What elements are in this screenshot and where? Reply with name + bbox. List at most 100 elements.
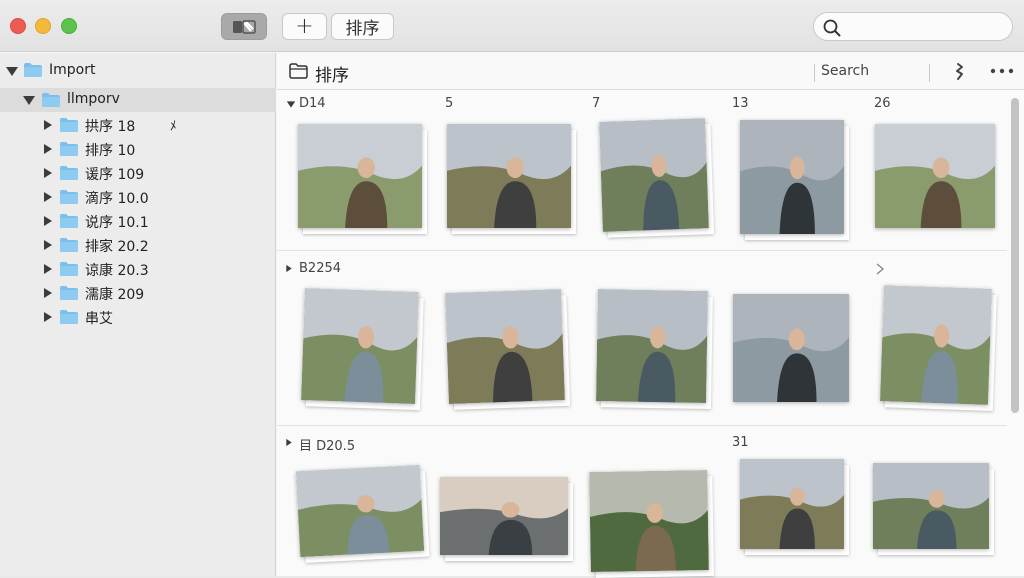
photo-thumbnail[interactable] [447, 124, 576, 234]
photo-image [440, 477, 568, 555]
photo-image [599, 118, 709, 232]
section-label: 目 D20.5 [299, 439, 356, 454]
close-button[interactable] [10, 18, 26, 34]
photo-image [301, 288, 419, 404]
section-disclosure-icon[interactable] [286, 264, 292, 273]
photo-image [589, 469, 709, 573]
content-header: 排序 Search [277, 53, 1024, 90]
photo-thumbnail[interactable] [445, 289, 571, 410]
scrollbar[interactable] [1011, 98, 1019, 413]
sidebar-item-album[interactable]: 排家 20.2 [0, 233, 276, 257]
sidebar-toggle-icon [233, 19, 256, 34]
folder-icon [60, 190, 78, 204]
section-label: D14 [299, 96, 326, 111]
photo-image [875, 124, 995, 228]
sort-button[interactable]: 排序 [331, 13, 394, 40]
sidebar-item-album[interactable]: 谖序 109 [0, 161, 276, 185]
folder-icon [60, 286, 78, 300]
folder-icon [60, 214, 78, 228]
search-input[interactable]: Search [821, 63, 869, 79]
photo-thumbnail[interactable] [733, 294, 849, 402]
folder-icon [60, 310, 78, 324]
disclosure-triangle-icon[interactable] [44, 144, 52, 154]
sidebar-item-album[interactable]: 滴序 10.0 [0, 185, 276, 209]
disclosure-triangle-icon[interactable] [44, 168, 52, 178]
column-label: 7 [592, 96, 601, 111]
share-icon[interactable] [951, 62, 969, 82]
section-label: B2254 [299, 261, 342, 276]
photo-thumbnail[interactable] [875, 124, 995, 228]
photo-thumbnail[interactable] [599, 118, 715, 238]
sidebar-item-album[interactable]: 串艾 [0, 305, 276, 329]
sidebar-item-label: 谖序 109 [85, 167, 145, 183]
sidebar-item-badge: ﾒ [170, 119, 177, 134]
disclosure-triangle-icon[interactable] [44, 216, 52, 226]
sidebar-item-label: 串艾 [85, 311, 113, 327]
sidebar-item-label: 滴序 10.0 [85, 191, 149, 207]
folder-icon [24, 63, 42, 77]
photo-thumbnail[interactable] [740, 459, 849, 555]
photos-window: + 排序 Import llmporv 拱序 18 ﾒ排序 10 谖序 109 … [0, 0, 1024, 578]
photo-image [596, 289, 708, 403]
sidebar-item-album[interactable]: 濡康 209 [0, 281, 276, 305]
folder-icon [42, 93, 60, 107]
photo-thumbnail[interactable] [440, 477, 573, 561]
sidebar-item-label: 谅康 20.3 [85, 263, 149, 279]
sidebar-item-album[interactable]: 拱序 18 ﾒ [0, 113, 276, 137]
disclosure-triangle-icon[interactable] [44, 312, 52, 322]
sidebar-item-label: Import [49, 62, 96, 78]
search-icon [823, 19, 841, 37]
sidebar-item-import[interactable]: Import [0, 59, 276, 83]
photo-thumbnail[interactable] [298, 124, 427, 234]
photo-image [873, 463, 989, 549]
photo-image [447, 124, 571, 228]
disclosure-triangle-icon[interactable] [44, 288, 52, 298]
column-label: 31 [732, 435, 749, 450]
folder-icon [60, 118, 78, 132]
add-button[interactable]: + [282, 13, 327, 40]
photo-thumbnail[interactable] [301, 288, 424, 411]
sidebar-item-label: 拱序 18 [85, 119, 136, 135]
disclosure-triangle-icon[interactable] [44, 120, 52, 130]
page-title: 排序 [315, 66, 349, 86]
photo-image [880, 285, 992, 405]
column-label: 13 [732, 96, 749, 111]
photo-thumbnail[interactable] [589, 469, 714, 578]
sidebar-item-album[interactable]: 说序 10.1 [0, 209, 276, 233]
folder-icon [60, 142, 78, 156]
disclosure-triangle-icon[interactable] [44, 264, 52, 274]
folder-icon [60, 238, 78, 252]
section-disclosure-icon[interactable] [286, 438, 292, 447]
photo-thumbnail[interactable] [873, 463, 994, 555]
sidebar-item-album[interactable]: 排序 10 [0, 137, 276, 161]
column-label: 26 [874, 96, 891, 111]
chevron-right-icon[interactable] [875, 263, 885, 275]
photo-thumbnail[interactable] [880, 285, 997, 412]
disclosure-triangle-icon[interactable] [6, 67, 18, 76]
section-divider [277, 425, 1007, 426]
photo-image [298, 124, 422, 228]
photo-image [740, 120, 844, 234]
photo-thumbnail[interactable] [596, 289, 713, 410]
photo-thumbnail[interactable] [295, 464, 430, 563]
sidebar-item-label: 濡康 209 [85, 287, 145, 303]
sidebar-toggle-button[interactable] [221, 13, 267, 40]
section-disclosure-icon[interactable] [286, 101, 296, 108]
more-icon[interactable] [990, 68, 1014, 74]
sidebar-item-label: 说序 10.1 [85, 215, 149, 231]
photo-image [733, 294, 849, 402]
disclosure-triangle-icon[interactable] [23, 96, 35, 105]
sidebar-item-selected-album[interactable]: llmporv [0, 88, 276, 112]
sidebar-item-label: llmporv [67, 91, 120, 107]
photo-image [295, 464, 425, 558]
photo-thumbnail[interactable] [740, 120, 849, 240]
minimize-button[interactable] [35, 18, 51, 34]
folder-icon [60, 262, 78, 276]
column-label: 5 [445, 96, 454, 111]
photo-browser: 排序 Search D14 5 7 13 26 B2254 目 D20.5 31 [277, 53, 1024, 578]
sidebar-item-album[interactable]: 谅康 20.3 [0, 257, 276, 281]
toolbar-search-field[interactable] [813, 12, 1013, 41]
zoom-button[interactable] [61, 18, 77, 34]
disclosure-triangle-icon[interactable] [44, 192, 52, 202]
disclosure-triangle-icon[interactable] [44, 240, 52, 250]
